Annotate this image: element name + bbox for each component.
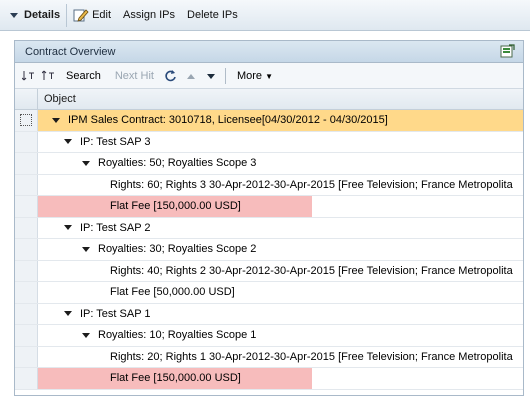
tree-row[interactable]: IP: Test SAP 1 xyxy=(15,303,523,325)
row-selector[interactable] xyxy=(15,110,38,131)
tree-node-label: Royalties: 50; Royalties Scope 3 xyxy=(98,157,257,170)
search-button[interactable]: Search xyxy=(59,70,108,82)
row-selector[interactable] xyxy=(15,174,38,195)
row-selector[interactable] xyxy=(15,217,38,238)
row-selector[interactable] xyxy=(15,196,38,217)
row-selector[interactable] xyxy=(15,239,38,260)
tree-cell: Royalties: 50; Royalties Scope 3 xyxy=(38,153,523,174)
tree-node-label: IPM Sales Contract: 3010718, Licensee[04… xyxy=(68,114,388,127)
tree-node-label: IP: Test SAP 3 xyxy=(80,135,151,148)
tree-cell: Flat Fee [50,000.00 USD] xyxy=(38,282,523,303)
tree-cell: Rights: 40; Rights 2 30-Apr-2012-30-Apr-… xyxy=(38,261,523,282)
collapse-triangle-icon xyxy=(10,12,18,18)
tree-rows: IPM Sales Contract: 3010718, Licensee[04… xyxy=(15,110,523,390)
tree-row[interactable]: Flat Fee [50,000.00 USD] xyxy=(15,282,523,304)
row-selector[interactable] xyxy=(15,325,38,346)
tree-cell: Royalties: 10; Royalties Scope 1 xyxy=(38,325,523,346)
edit-label: Edit xyxy=(92,9,112,21)
delete-ips-button[interactable]: Delete IPs xyxy=(181,4,244,26)
export-icon[interactable] xyxy=(500,44,515,58)
row-selector[interactable] xyxy=(15,346,38,367)
row-selector[interactable] xyxy=(15,131,38,152)
expand-triangle-icon[interactable] xyxy=(64,139,72,145)
tree-row[interactable]: Rights: 60; Rights 3 30-Apr-2012-30-Apr-… xyxy=(15,174,523,196)
expand-triangle-icon[interactable] xyxy=(82,332,90,338)
next-hit-button[interactable]: Next Hit xyxy=(108,70,161,82)
select-all-cell[interactable] xyxy=(15,89,38,109)
row-checkbox[interactable] xyxy=(20,114,32,127)
tree-row[interactable]: Flat Fee [150,000.00 USD] xyxy=(15,196,523,218)
expand-triangle-icon[interactable] xyxy=(82,246,90,252)
tree-node-label: Flat Fee [150,000.00 USD] xyxy=(110,372,241,385)
tree-node-label: Rights: 40; Rights 2 30-Apr-2012-30-Apr-… xyxy=(110,264,513,277)
contract-overview-panel: Contract Overview Search Next Hit More ▼ xyxy=(14,40,524,396)
row-selector[interactable] xyxy=(15,303,38,324)
tree-cell: IP: Test SAP 1 xyxy=(38,304,523,325)
tree-row[interactable]: IP: Test SAP 3 xyxy=(15,131,523,153)
row-selector[interactable] xyxy=(15,368,38,389)
tree-cell: IP: Test SAP 2 xyxy=(38,218,523,239)
move-down-icon[interactable] xyxy=(201,66,221,86)
tree-cell: Flat Fee [150,000.00 USD] xyxy=(38,368,523,389)
tree-row[interactable]: Royalties: 50; Royalties Scope 3 xyxy=(15,153,523,175)
main-toolbar: Details Edit Assign IPs Delete IPs xyxy=(0,0,530,31)
delete-ips-label: Delete IPs xyxy=(187,9,238,21)
tree-cell: Rights: 60; Rights 3 30-Apr-2012-30-Apr-… xyxy=(38,175,523,196)
collapse-all-icon[interactable] xyxy=(39,66,59,86)
assign-ips-label: Assign IPs xyxy=(123,9,176,21)
assign-ips-button[interactable]: Assign IPs xyxy=(117,4,181,26)
details-toggle[interactable]: Details xyxy=(4,3,68,27)
chevron-down-icon: ▼ xyxy=(265,71,274,81)
panel-header: Contract Overview xyxy=(15,41,523,63)
tree-node-label: Flat Fee [50,000.00 USD] xyxy=(110,286,235,299)
tree-node-label: Flat Fee [150,000.00 USD] xyxy=(110,200,241,213)
toolbar-separator xyxy=(224,67,226,84)
tree-row[interactable]: Flat Fee [150,000.00 USD] xyxy=(15,368,523,390)
edit-icon xyxy=(73,9,89,22)
tree-node-label: Royalties: 30; Royalties Scope 2 xyxy=(98,243,257,256)
tree-cell: Flat Fee [150,000.00 USD] xyxy=(38,196,523,217)
row-selector[interactable] xyxy=(15,282,38,303)
expand-triangle-icon[interactable] xyxy=(64,225,72,231)
column-header-object[interactable]: Object xyxy=(38,89,76,109)
tree-row[interactable]: IPM Sales Contract: 3010718, Licensee[04… xyxy=(15,110,523,132)
expand-all-icon[interactable] xyxy=(19,66,39,86)
tree-node-label: Royalties: 10; Royalties Scope 1 xyxy=(98,329,257,342)
tree-node-label: IP: Test SAP 1 xyxy=(80,307,151,320)
tree-cell: IPM Sales Contract: 3010718, Licensee[04… xyxy=(38,110,523,131)
move-up-icon[interactable] xyxy=(181,66,201,86)
edit-button[interactable]: Edit xyxy=(67,4,117,26)
more-menu[interactable]: More ▼ xyxy=(230,70,280,82)
tree-node-label: IP: Test SAP 2 xyxy=(80,221,151,234)
refresh-icon[interactable] xyxy=(161,66,181,86)
tree-row[interactable]: IP: Test SAP 2 xyxy=(15,217,523,239)
expand-triangle-icon[interactable] xyxy=(82,160,90,166)
row-selector[interactable] xyxy=(15,153,38,174)
column-header-row: Object xyxy=(15,89,523,110)
tree-node-label: Rights: 20; Rights 1 30-Apr-2012-30-Apr-… xyxy=(110,350,513,363)
expand-triangle-icon[interactable] xyxy=(64,311,72,317)
row-selector[interactable] xyxy=(15,260,38,281)
tree-row[interactable]: Royalties: 10; Royalties Scope 1 xyxy=(15,325,523,347)
tree-cell: Rights: 20; Rights 1 30-Apr-2012-30-Apr-… xyxy=(38,347,523,368)
tree-row[interactable]: Royalties: 30; Royalties Scope 2 xyxy=(15,239,523,261)
tree-node-label: Rights: 60; Rights 3 30-Apr-2012-30-Apr-… xyxy=(110,178,513,191)
details-label: Details xyxy=(24,9,61,21)
tree-cell: IP: Test SAP 3 xyxy=(38,132,523,153)
tree-row[interactable]: Rights: 20; Rights 1 30-Apr-2012-30-Apr-… xyxy=(15,346,523,368)
tree-cell: Royalties: 30; Royalties Scope 2 xyxy=(38,239,523,260)
panel-title: Contract Overview xyxy=(25,45,116,58)
grid-toolbar: Search Next Hit More ▼ xyxy=(15,63,523,89)
expand-triangle-icon[interactable] xyxy=(52,117,60,123)
more-label: More xyxy=(236,69,263,82)
tree-row[interactable]: Rights: 40; Rights 2 30-Apr-2012-30-Apr-… xyxy=(15,260,523,282)
